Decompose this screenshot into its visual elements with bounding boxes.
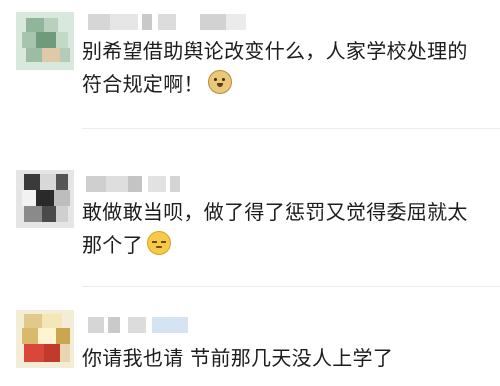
username-blurred[interactable] xyxy=(88,14,258,30)
comment-item: 敢做敢当呗，做了得了惩罚又觉得委屈就太那个了 xyxy=(0,160,500,290)
comment-text: 敢做敢当呗，做了得了惩罚又觉得委屈就太那个了 xyxy=(82,200,468,257)
avatar[interactable] xyxy=(16,310,74,368)
username-blurred[interactable] xyxy=(88,317,198,333)
avatar[interactable] xyxy=(16,12,74,70)
comment-text: 别希望借助舆论改变什么，人家学校处理的符合规定啊！ xyxy=(82,39,468,96)
sleepy-emoji-icon xyxy=(146,231,171,255)
divider xyxy=(82,286,500,287)
username-blurred[interactable] xyxy=(86,176,186,192)
doge-emoji-icon xyxy=(207,70,232,94)
comment-text: 你请我也请 节前那几天没人上学了 xyxy=(82,346,394,370)
comment-item: 你请我也请 节前那几天没人上学了 xyxy=(0,305,500,386)
comment-item: 别希望借助舆论改变什么，人家学校处理的符合规定啊！ xyxy=(0,0,500,130)
avatar[interactable] xyxy=(16,170,74,228)
divider xyxy=(82,128,500,129)
